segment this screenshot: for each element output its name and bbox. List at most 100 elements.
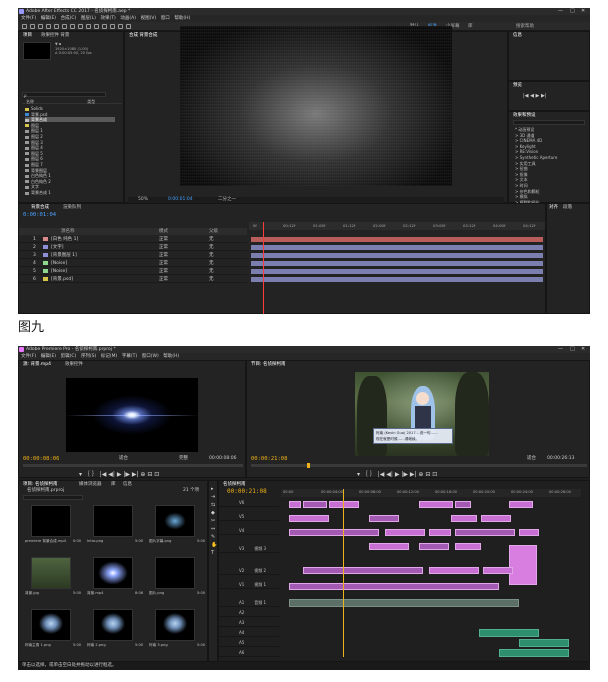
video-clip[interactable] xyxy=(303,567,423,574)
video-clip[interactable] xyxy=(509,501,533,508)
layer-parent[interactable]: 无 xyxy=(209,260,214,267)
video-clip[interactable] xyxy=(455,543,481,550)
effects-search-input[interactable] xyxy=(513,120,585,125)
workspace-library[interactable]: 库 xyxy=(468,23,473,30)
source-resolution-select[interactable]: 完整 xyxy=(179,456,188,462)
video-clip[interactable] xyxy=(519,529,539,536)
timeline-ruler[interactable]: 00:00 00:00:04:00 00:00:08:00 00:00:12:00 00… xyxy=(281,489,581,497)
tab-effect-controls[interactable]: 效果控件 xyxy=(65,362,83,368)
tab-info[interactable]: 信息 xyxy=(513,33,522,39)
project-item[interactable]: 图层 3 xyxy=(25,140,115,145)
tab-composition[interactable]: 合成 背景合成 xyxy=(129,33,157,39)
layer-mode[interactable]: 正常 xyxy=(159,276,168,283)
layer-row[interactable]: 5 [Noise] 正常 无 xyxy=(19,268,247,275)
program-playhead[interactable] xyxy=(307,463,310,468)
timeline-ruler[interactable]: 0f 00:12f 01:00f 01:12f 02:00f 02:12f 03:00f 03… xyxy=(249,222,545,230)
source-fit-select[interactable]: 适合 xyxy=(119,456,128,462)
column-mode[interactable]: 模式 xyxy=(159,228,168,235)
bin-item-thumbnail[interactable] xyxy=(155,609,195,641)
bin-item-thumbnail[interactable] xyxy=(31,609,71,641)
bin-item-thumbnail[interactable] xyxy=(93,505,133,537)
layer-duration-bar[interactable] xyxy=(251,277,543,282)
bin-item-thumbnail[interactable] xyxy=(31,557,71,589)
bin-item-thumbnail[interactable] xyxy=(31,505,71,537)
video-clip[interactable] xyxy=(289,529,379,536)
menu-layer[interactable]: 图层(L) xyxy=(81,15,96,22)
video-clip[interactable] xyxy=(369,515,399,522)
minimize-button[interactable]: — xyxy=(558,8,563,15)
video-track-header[interactable]: V4 xyxy=(219,527,279,535)
menu-help[interactable]: 帮助(H) xyxy=(174,15,190,22)
project-item[interactable]: 背景图层 xyxy=(25,168,115,173)
video-clip[interactable] xyxy=(303,501,327,508)
column-source-name[interactable]: 源名称 xyxy=(61,228,75,235)
audio-track-header[interactable]: A1 音频 1 xyxy=(219,599,279,607)
program-transport-controls[interactable]: ▾ ｛ ｝ |◀ ◀| ▶ |▶ ▶| ⊕ ⊟ ⊡ xyxy=(357,469,437,478)
menu-edit[interactable]: 编辑(E) xyxy=(41,353,56,360)
timeline-playhead[interactable] xyxy=(343,489,344,657)
video-clip[interactable] xyxy=(385,529,425,536)
video-clip[interactable] xyxy=(483,567,513,574)
program-fit-select[interactable]: 适合 xyxy=(527,456,536,462)
layer-row[interactable]: 2 [文字] 正常 无 xyxy=(19,244,247,251)
layer-mode[interactable]: 正常 xyxy=(159,236,168,243)
maximize-button[interactable]: □ xyxy=(570,8,575,15)
bin-item-thumbnail[interactable] xyxy=(93,609,133,641)
tab-source[interactable]: 源: 背景.mp4 xyxy=(23,362,51,368)
mask-tool-icon[interactable] xyxy=(78,24,83,29)
video-clip[interactable] xyxy=(289,515,329,522)
video-clip[interactable] xyxy=(481,515,511,522)
project-item[interactable]: 图层 7 xyxy=(25,162,115,167)
program-scrubber[interactable] xyxy=(251,464,587,467)
audio-track-header[interactable]: A5 xyxy=(219,639,279,647)
video-clip[interactable] xyxy=(429,529,451,536)
layer-row[interactable]: 4 [Noise] 正常 无 xyxy=(19,260,247,267)
video-clip[interactable] xyxy=(419,501,453,508)
project-item[interactable]: 白色纯色 1 xyxy=(25,173,115,178)
menu-help[interactable]: 帮助(H) xyxy=(163,353,179,360)
program-timecode[interactable]: 00:00:21:08 xyxy=(251,456,287,462)
layer-parent[interactable]: 无 xyxy=(209,236,214,243)
layer-mode[interactable]: 正常 xyxy=(159,252,168,259)
close-button[interactable]: ✕ xyxy=(581,8,585,15)
project-item[interactable]: 背景合成 xyxy=(25,117,115,123)
layer-row[interactable]: 1 [白色 纯色 1] 正常 无 xyxy=(19,236,247,243)
layer-duration-bar[interactable] xyxy=(251,245,543,250)
brush-tool-icon[interactable] xyxy=(102,24,107,29)
video-clip[interactable] xyxy=(369,543,409,550)
hand-tool-icon[interactable] xyxy=(38,24,43,29)
project-item[interactable]: 图层 1 xyxy=(25,128,115,133)
tab-paragraph[interactable]: 段落 xyxy=(563,205,572,211)
menu-effect[interactable]: 效果(T) xyxy=(101,15,116,22)
tab-effects-presets[interactable]: 效果和预设 xyxy=(513,113,536,119)
layer-duration-bar[interactable] xyxy=(251,237,543,242)
source-video-frame[interactable] xyxy=(66,378,198,452)
rotate-tool-icon[interactable] xyxy=(54,24,59,29)
video-clip[interactable] xyxy=(429,567,479,574)
video-track-header[interactable]: V6 xyxy=(219,499,279,507)
maximize-button[interactable]: □ xyxy=(570,346,575,353)
source-transport-controls[interactable]: ▾ ｛ ｝ |◀ ◀| ▶ |▶ ▶| ⊕ ⊟ ⊡ xyxy=(79,469,159,478)
tab-libraries[interactable]: 库 xyxy=(111,482,116,488)
tab-align[interactable]: 对齐 xyxy=(549,205,558,211)
tab-render-queue[interactable]: 渲染队列 xyxy=(63,205,81,211)
timeline-timecode[interactable]: 0:00:01:04 xyxy=(23,212,56,218)
project-item[interactable]: 图层 6 xyxy=(25,156,115,161)
tab-project[interactable]: 项目 xyxy=(23,33,32,39)
audio-clip[interactable] xyxy=(479,629,539,637)
audio-clip[interactable] xyxy=(519,639,569,647)
video-clip[interactable] xyxy=(289,501,301,508)
video-clip[interactable] xyxy=(455,501,471,508)
menu-file[interactable]: 文件(F) xyxy=(21,15,36,22)
effect-category[interactable]: > Synthetic Aperture xyxy=(515,155,557,161)
menu-title[interactable]: 字幕(T) xyxy=(122,353,137,360)
layer-parent[interactable]: 无 xyxy=(209,276,214,283)
bin-item-thumbnail[interactable] xyxy=(155,505,195,537)
audio-clip[interactable] xyxy=(289,599,519,607)
video-clip[interactable] xyxy=(289,583,499,590)
pen-tool-icon[interactable] xyxy=(86,24,91,29)
project-search-input[interactable] xyxy=(23,495,83,500)
tab-comp-timeline[interactable]: 背景合成 xyxy=(31,205,49,211)
menu-marker[interactable]: 标记(M) xyxy=(101,353,117,360)
layer-parent[interactable]: 无 xyxy=(209,252,214,259)
